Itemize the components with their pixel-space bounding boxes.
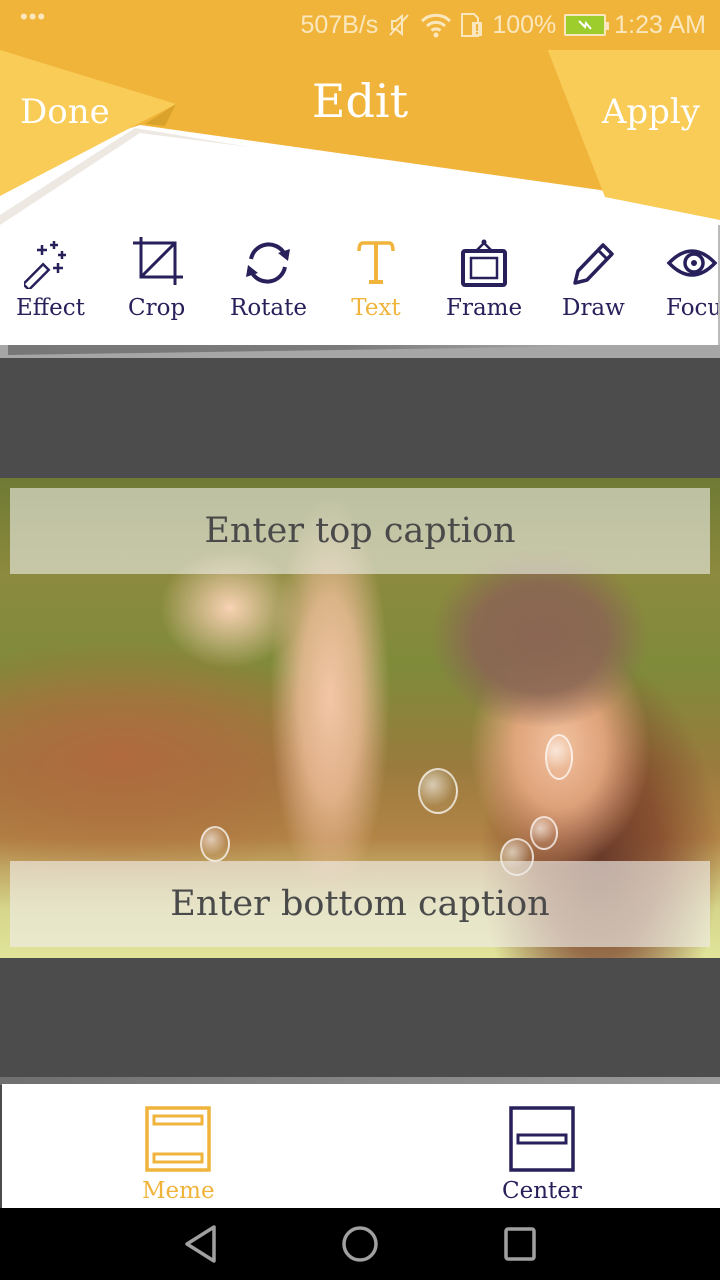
bubble bbox=[530, 816, 558, 850]
recents-icon bbox=[503, 1227, 537, 1265]
pencil-icon bbox=[565, 235, 621, 291]
tool-crop[interactable]: Crop bbox=[128, 235, 185, 335]
tool-label: Rotate bbox=[230, 295, 307, 321]
top-caption-input[interactable] bbox=[10, 488, 710, 574]
tool-rotate[interactable]: Rotate bbox=[230, 235, 307, 335]
system-nav-bar bbox=[0, 1208, 720, 1280]
clock: 1:23 AM bbox=[614, 10, 706, 39]
mode-label: Meme bbox=[142, 1178, 215, 1204]
battery-percent: 100% bbox=[492, 10, 557, 39]
status-bar: ••• 507B/s 100% 1:23 AM bbox=[0, 0, 720, 50]
crop-icon bbox=[129, 235, 185, 291]
caption-mode-panel: Meme Center bbox=[2, 1084, 720, 1208]
text-icon bbox=[348, 235, 404, 291]
tool-label: Effect bbox=[16, 295, 85, 321]
apply-button[interactable]: Apply bbox=[602, 92, 700, 132]
back-button[interactable] bbox=[180, 1224, 220, 1268]
tool-draw[interactable]: Draw bbox=[562, 235, 625, 335]
bubble bbox=[418, 768, 458, 814]
bubble bbox=[545, 734, 573, 780]
center-layout-icon bbox=[509, 1106, 575, 1176]
mute-icon bbox=[386, 12, 412, 38]
tool-bar: Effect Crop Rotate Text Frame Draw Focu bbox=[0, 225, 720, 345]
back-icon bbox=[182, 1224, 218, 1268]
bubble bbox=[200, 826, 230, 862]
recents-button[interactable] bbox=[500, 1226, 540, 1266]
tool-label: Crop bbox=[128, 295, 186, 321]
meme-layout-icon bbox=[145, 1106, 212, 1176]
tool-label: Frame bbox=[446, 295, 523, 321]
magic-wand-icon bbox=[22, 235, 78, 291]
canvas-area bbox=[0, 358, 720, 1080]
net-speed: 507B/s bbox=[300, 10, 379, 39]
tool-label: Draw bbox=[562, 295, 625, 321]
home-button[interactable] bbox=[340, 1226, 380, 1266]
sim-alert-icon bbox=[460, 12, 484, 38]
tool-frame[interactable]: Frame bbox=[446, 235, 522, 335]
tool-focus[interactable]: Focu bbox=[666, 235, 720, 335]
photo[interactable] bbox=[0, 478, 720, 958]
wifi-icon bbox=[420, 12, 452, 38]
bottom-caption-input[interactable] bbox=[10, 861, 710, 947]
mode-center[interactable]: Center bbox=[502, 1106, 582, 1204]
tool-text[interactable]: Text bbox=[348, 235, 404, 335]
home-icon bbox=[341, 1225, 379, 1267]
mode-label: Center bbox=[502, 1178, 582, 1204]
tool-label: Focu bbox=[666, 295, 720, 321]
battery-charging-icon bbox=[564, 14, 610, 36]
eye-icon bbox=[666, 235, 720, 291]
notification-dots: ••• bbox=[20, 4, 47, 29]
tool-label: Text bbox=[351, 295, 401, 321]
rotate-icon bbox=[240, 235, 296, 291]
mode-meme[interactable]: Meme bbox=[142, 1106, 215, 1204]
toolbar-shadow bbox=[0, 345, 720, 358]
frame-icon bbox=[456, 235, 512, 291]
tool-effect[interactable]: Effect bbox=[16, 235, 85, 335]
